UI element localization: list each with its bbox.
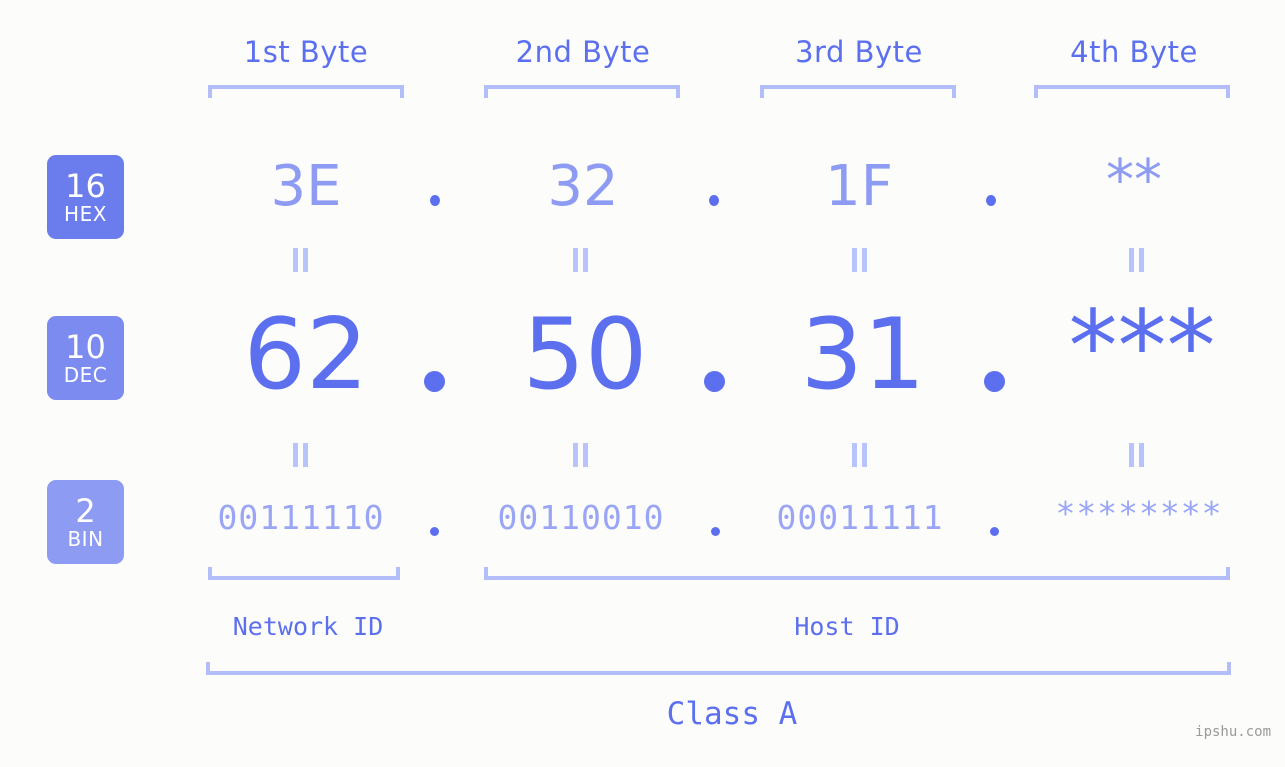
hex-byte-3-value: 1F [825,154,893,219]
byte-header-4: 4th Byte [1070,35,1198,69]
hex-separator-1-icon [430,195,440,206]
equals-connector-5-icon [292,443,309,467]
bin-separator-2-icon [711,527,720,536]
bin-separator-3-icon [990,527,999,536]
base-badge-dec-number: 10 [65,328,106,366]
hex-separator-3-icon [986,195,996,206]
base-badge-hex-name: HEX [64,202,107,226]
equals-connector-3-icon [851,248,868,272]
base-badge-dec: 10 DEC [47,316,124,400]
network-id-label: Network ID [232,612,384,641]
dec-separator-3-icon [984,371,1005,392]
host-id-label: Host ID [794,612,900,641]
network-id-bracket-icon [208,567,400,580]
dec-byte-4-value: *** [1068,290,1216,404]
base-badge-hex: 16 HEX [47,155,124,239]
dec-byte-2-value: 50 [522,298,648,412]
base-badge-hex-number: 16 [65,167,106,205]
dec-byte-1-value: 62 [243,298,369,412]
hex-byte-2-value: 32 [547,154,619,219]
bin-byte-4-value: ******** [1055,494,1223,533]
bin-byte-3-value: 00011111 [776,498,944,537]
base-badge-dec-name: DEC [63,363,108,387]
ip-address-breakdown-diagram: 1st Byte 2nd Byte 3rd Byte 4th Byte 16 H… [0,0,1285,767]
hex-byte-1-value: 3E [270,154,342,219]
byte-header-3: 3rd Byte [795,35,923,69]
bin-byte-2-value: 00110010 [497,498,665,537]
dec-byte-3-value: 31 [800,298,926,412]
byte-bracket-1-icon [208,85,404,98]
equals-connector-1-icon [292,248,309,272]
host-id-bracket-icon [484,567,1230,580]
site-watermark: ipshu.com [1195,724,1271,740]
class-label: Class A [666,696,798,732]
base-badge-bin-number: 2 [75,492,96,530]
base-badge-bin-name: BIN [67,527,104,551]
equals-connector-7-icon [851,443,868,467]
base-badge-bin: 2 BIN [47,480,124,564]
byte-header-1: 1st Byte [243,35,369,69]
class-bracket-icon [206,662,1231,675]
hex-separator-2-icon [709,195,719,206]
hex-byte-4-value: ** [1106,148,1162,213]
dec-separator-1-icon [424,371,445,392]
equals-connector-6-icon [572,443,589,467]
equals-connector-4-icon [1128,248,1145,272]
bin-byte-1-value: 00111110 [217,498,385,537]
equals-connector-8-icon [1128,443,1145,467]
byte-bracket-2-icon [484,85,680,98]
byte-bracket-4-icon [1034,85,1230,98]
byte-header-2: 2nd Byte [515,35,651,69]
bin-separator-1-icon [430,527,439,536]
equals-connector-2-icon [572,248,589,272]
dec-separator-2-icon [704,371,725,392]
byte-bracket-3-icon [760,85,956,98]
